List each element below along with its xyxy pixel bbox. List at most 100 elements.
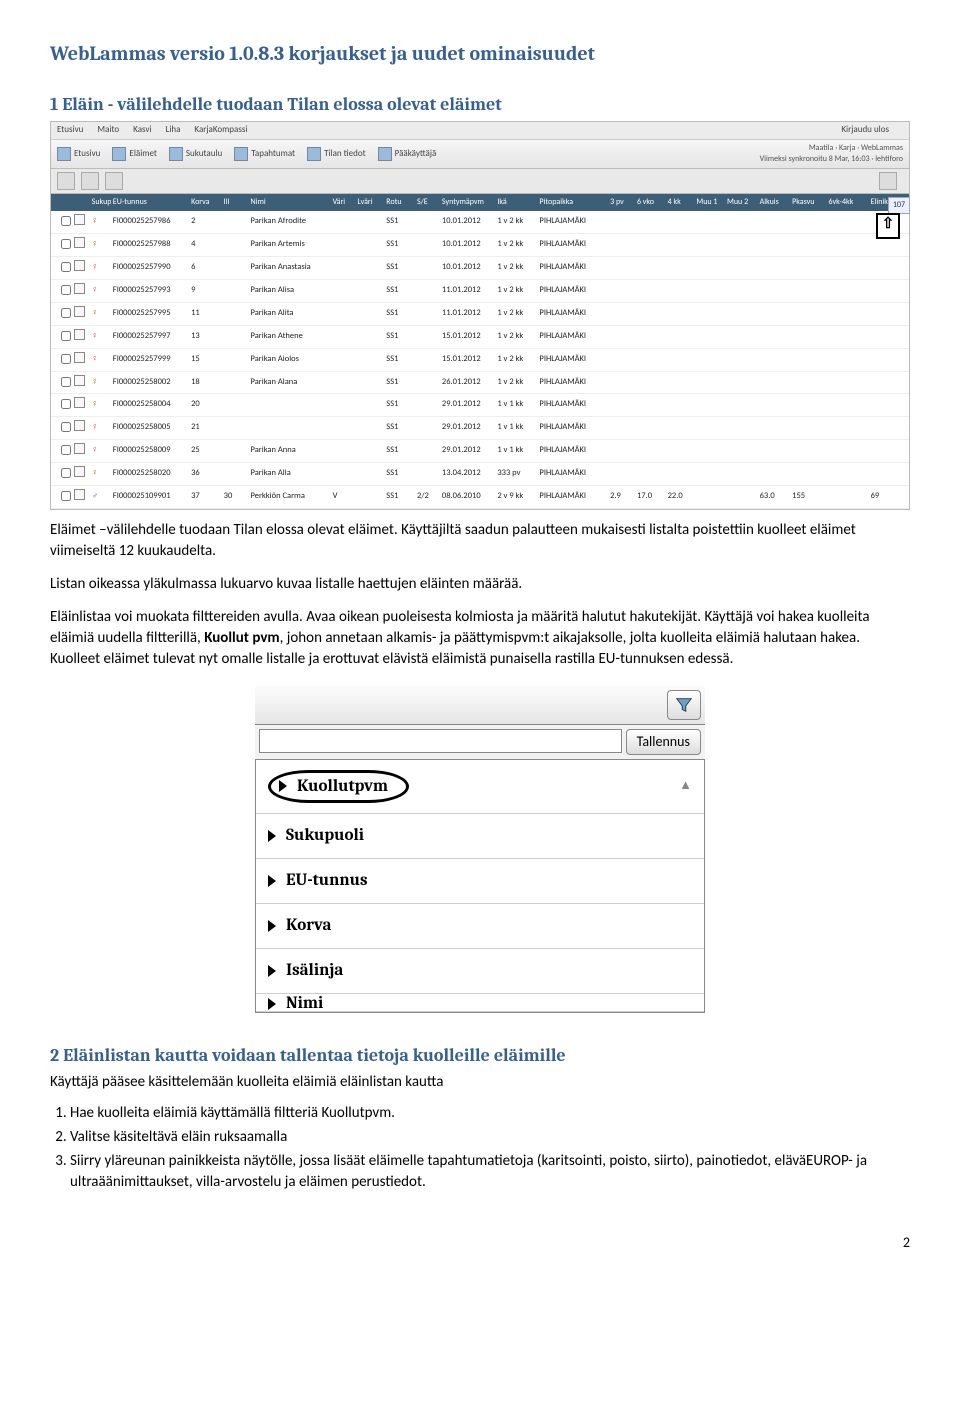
- expand-row-icon[interactable]: [74, 237, 85, 248]
- expand-row-icon[interactable]: [74, 420, 85, 431]
- weight-icon[interactable]: [81, 172, 99, 190]
- user-icon: [378, 147, 392, 161]
- nav-etusivu[interactable]: Etusivu: [57, 124, 83, 137]
- row-checkbox[interactable]: [61, 445, 71, 455]
- nav-logout[interactable]: Kirjaudu ulos: [841, 124, 889, 137]
- table-row[interactable]: ♂FI0000251099013730Perkkiön CarmaVSS12/2…: [51, 486, 909, 509]
- row-checkbox[interactable]: [61, 377, 71, 387]
- row-checkbox[interactable]: [61, 354, 71, 364]
- tree-icon: [169, 147, 183, 161]
- sex-icon: ♀: [90, 216, 111, 228]
- table-row[interactable]: ♀FI00002525799511Parikan AlitaSS111.01.2…: [51, 303, 909, 326]
- print-icon[interactable]: [105, 172, 123, 190]
- filter-item-sukupuoli[interactable]: Sukupuoli: [256, 814, 704, 859]
- expand-row-icon[interactable]: [74, 260, 85, 271]
- table-row[interactable]: ♀FI0000252579862Parikan AfroditeSS110.01…: [51, 211, 909, 234]
- tab-tilan-tiedot[interactable]: Tilan tiedot: [307, 147, 366, 161]
- table-row[interactable]: ♀FI00002525800521SS129.01.20121 v 1 kkPI…: [51, 417, 909, 440]
- nav-maito[interactable]: Maito: [97, 124, 119, 137]
- row-checkbox[interactable]: [61, 331, 71, 341]
- expand-row-icon[interactable]: [74, 466, 85, 477]
- annotation-arrow-up-icon: ⇧: [876, 213, 900, 239]
- step-2: Valitse käsiteltävä eläin ruksaamalla: [70, 1127, 910, 1148]
- filter-item-korva[interactable]: Korva: [256, 904, 704, 949]
- sex-icon: ♀: [90, 468, 111, 480]
- paragraph-2: Listan oikeassa yläkulmassa lukuarvo kuv…: [50, 574, 910, 595]
- table-row[interactable]: ♀FI00002525799713Parikan AtheneSS115.01.…: [51, 326, 909, 349]
- row-checkbox[interactable]: [61, 468, 71, 478]
- step-3: Siirry yläreunan painikkeista näytölle, …: [70, 1151, 910, 1193]
- sex-icon: ♀: [90, 377, 111, 389]
- expand-row-icon[interactable]: [74, 397, 85, 408]
- header-meta: Maatila · Karja · WebLammas Viimeksi syn…: [760, 143, 903, 165]
- chevron-right-icon: [268, 830, 276, 842]
- nav-karjakompassi[interactable]: KarjaKompassi: [194, 124, 247, 137]
- table-row[interactable]: ♀FI00002525800218Parikan AlanaSS126.01.2…: [51, 372, 909, 395]
- chevron-right-icon: [268, 875, 276, 887]
- save-filter-button[interactable]: Tallennus: [626, 729, 701, 755]
- row-checkbox[interactable]: [61, 308, 71, 318]
- expand-row-icon[interactable]: [74, 283, 85, 294]
- step-1: Hae kuolleita eläimiä käyttämällä filtte…: [70, 1103, 910, 1124]
- row-checkbox[interactable]: [61, 262, 71, 272]
- home-icon: [57, 147, 71, 161]
- chevron-right-icon: [268, 965, 276, 977]
- tab-sukutaulu[interactable]: Sukutaulu: [169, 147, 222, 161]
- expand-row-icon[interactable]: [74, 375, 85, 386]
- sex-icon: ♀: [90, 422, 111, 434]
- chevron-right-icon: [279, 780, 287, 792]
- tab-tapahtumat[interactable]: Tapahtumat: [234, 147, 295, 161]
- table-row[interactable]: ♀FI00002525802036Parikan AllaSS113.04.20…: [51, 463, 909, 486]
- filter-search-input[interactable]: [259, 729, 622, 753]
- row-checkbox[interactable]: [61, 399, 71, 409]
- row-checkbox[interactable]: [61, 422, 71, 432]
- filter-item-isalinja[interactable]: Isälinja: [256, 949, 704, 994]
- tab-etusivu[interactable]: Etusivu: [57, 147, 100, 161]
- expand-row-icon[interactable]: [74, 443, 85, 454]
- paragraph-1: Eläimet –välilehdelle tuodaan Tilan elos…: [50, 520, 910, 562]
- farm-icon: [307, 147, 321, 161]
- page-number: 2: [50, 1233, 910, 1253]
- doc-title: WebLammas versio 1.0.8.3 korjaukset ja u…: [50, 40, 910, 68]
- sex-icon: ♀: [90, 262, 111, 274]
- expand-row-icon[interactable]: [74, 489, 85, 500]
- sex-icon: ♀: [90, 354, 111, 366]
- section-2-subtitle: Käyttäjä pääsee käsittelemään kuolleita …: [50, 1072, 910, 1093]
- section-2-title: 2 Eläinlistan kautta voidaan tallentaa t…: [50, 1043, 910, 1068]
- row-checkbox[interactable]: [61, 491, 71, 501]
- row-checkbox[interactable]: [61, 239, 71, 249]
- row-count-badge: 107: [888, 197, 910, 214]
- paragraph-3: Eläinlistaa voi muokata filttereiden avu…: [50, 607, 910, 670]
- sex-icon: ♂: [90, 491, 111, 503]
- table-row[interactable]: ♀FI0000252579939Parikan AlisaSS111.01.20…: [51, 280, 909, 303]
- nav-kasvi[interactable]: Kasvi: [133, 124, 151, 137]
- expand-row-icon[interactable]: [74, 214, 85, 225]
- clipboard-icon: [234, 147, 248, 161]
- table-row[interactable]: ♀FI0000252579906Parikan AnastasiaSS110.0…: [51, 257, 909, 280]
- section-1-title: 1 Eläin - välilehdelle tuodaan Tilan elo…: [50, 92, 910, 117]
- steps-list: Hae kuolleita eläimiä käyttämällä filtte…: [70, 1103, 910, 1193]
- screenshot-filter-panel: Tallennus Kuollutpvm ▲ Sukupuoli EU-tunn…: [255, 686, 705, 1013]
- sex-icon: ♀: [90, 399, 111, 411]
- sheep-toolbar-icon[interactable]: [57, 172, 75, 190]
- row-checkbox[interactable]: [61, 285, 71, 295]
- table-row[interactable]: ♀FI0000252579884Parikan ArtemisSS110.01.…: [51, 234, 909, 257]
- row-checkbox[interactable]: [61, 216, 71, 226]
- tab-paakayttaja[interactable]: Pääkäyttäjä: [378, 147, 437, 161]
- expand-row-icon[interactable]: [74, 352, 85, 363]
- filter-item-kuollutpvm[interactable]: Kuollutpvm ▲: [256, 760, 704, 815]
- expand-row-icon[interactable]: [74, 329, 85, 340]
- table-row[interactable]: ♀FI00002525800420SS129.01.20121 v 1 kkPI…: [51, 394, 909, 417]
- nav-liha[interactable]: Liha: [166, 124, 181, 137]
- table-row[interactable]: ♀FI00002525799915Parikan AiolosSS115.01.…: [51, 349, 909, 372]
- sheep-icon: [112, 147, 126, 161]
- sex-icon: ♀: [90, 445, 111, 457]
- expand-row-icon[interactable]: [74, 306, 85, 317]
- table-row[interactable]: ♀FI00002525800925Parikan AnnaSS129.01.20…: [51, 440, 909, 463]
- filter-item-eu-tunnus[interactable]: EU-tunnus: [256, 859, 704, 904]
- tab-elaimet[interactable]: Eläimet: [112, 147, 156, 161]
- filter-item-nimi[interactable]: Nimi: [256, 994, 704, 1012]
- filter-funnel-button[interactable]: [667, 690, 701, 720]
- chevron-right-icon: [268, 920, 276, 932]
- expand-panel-icon[interactable]: [879, 172, 897, 190]
